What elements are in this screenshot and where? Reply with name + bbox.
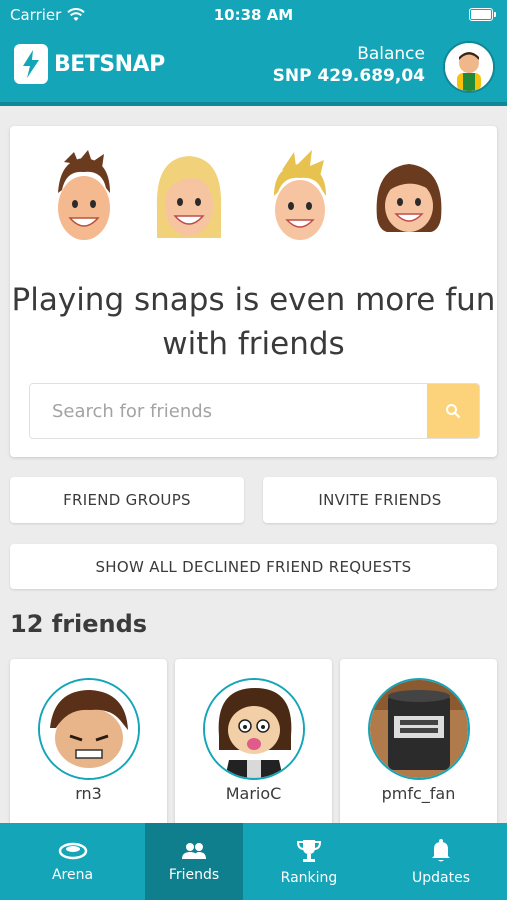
avatar — [38, 678, 140, 780]
tab-updates[interactable]: Updates — [375, 823, 507, 900]
balance-label: Balance — [357, 44, 425, 64]
balance-value: SNP 429.689,04 — [272, 66, 425, 86]
battery-icon — [469, 8, 496, 21]
invite-hero-card: Playing snaps is even more fun with frie… — [10, 126, 497, 457]
tab-label: Ranking — [280, 869, 338, 886]
cartoon-face-icon — [274, 150, 326, 240]
avatar — [203, 678, 305, 780]
app-logo[interactable]: BETSNAP — [14, 44, 165, 84]
logo-text: BETSNAP — [54, 51, 165, 77]
tab-label: Updates — [412, 869, 470, 886]
friends-count-heading: 12 friends — [10, 610, 148, 638]
friend-groups-button[interactable]: FRIEND GROUPS — [10, 477, 244, 523]
bottom-tab-bar: Arena Friends Ranking Updates — [0, 823, 507, 900]
cartoon-face-icon — [58, 150, 110, 240]
lightning-logo-icon — [14, 44, 48, 84]
user-avatar[interactable] — [443, 41, 495, 93]
friend-faces-illustration — [10, 148, 497, 248]
status-bar: Carrier 10:38 AM — [0, 0, 507, 32]
friend-name: pmfc_fan — [381, 784, 456, 803]
search-input[interactable] — [30, 384, 426, 438]
balance-display: Balance SNP 429.689,04 — [273, 44, 425, 86]
search-icon — [446, 404, 461, 419]
tab-arena[interactable]: Arena — [0, 823, 145, 900]
clock: 10:38 AM — [213, 6, 294, 24]
tab-ranking[interactable]: Ranking — [243, 823, 375, 900]
people-icon — [182, 842, 206, 859]
trophy-icon — [296, 839, 322, 862]
bell-icon — [432, 838, 450, 861]
tab-friends[interactable]: Friends — [145, 823, 243, 900]
friend-card[interactable]: rn3 — [10, 659, 167, 829]
stadium-icon — [58, 842, 87, 859]
app-header: BETSNAP Balance SNP 429.689,04 — [0, 32, 507, 106]
search-button[interactable] — [427, 384, 479, 438]
declined-requests-button[interactable]: SHOW ALL DECLINED FRIEND REQUESTS — [10, 544, 497, 589]
hero-title: Playing snaps is even more fun with frie… — [11, 282, 496, 362]
friend-card[interactable]: pmfc_fan — [340, 659, 497, 829]
invite-friends-button[interactable]: INVITE FRIENDS — [263, 477, 497, 523]
cartoon-face-icon — [376, 164, 442, 232]
friend-name: rn3 — [75, 784, 102, 803]
cartoon-face-icon — [156, 156, 222, 238]
tab-label: Arena — [51, 866, 94, 883]
friend-name: MarioC — [225, 784, 282, 803]
avatar — [368, 678, 470, 780]
friend-search — [29, 383, 480, 439]
tab-label: Friends — [168, 866, 220, 883]
friend-card[interactable]: MarioC — [175, 659, 332, 829]
